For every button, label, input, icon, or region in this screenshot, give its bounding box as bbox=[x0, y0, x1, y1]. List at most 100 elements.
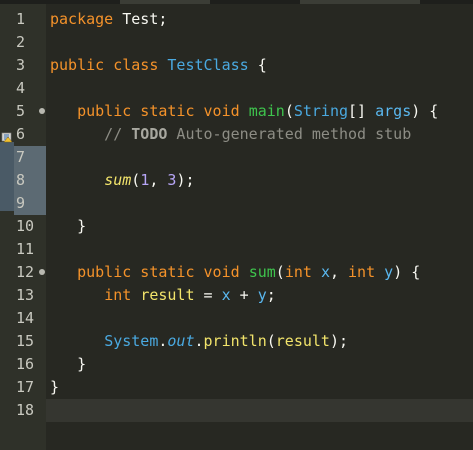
code-line[interactable]: 4 bbox=[0, 77, 473, 100]
code-token: , bbox=[149, 171, 168, 189]
code-line[interactable]: 9 bbox=[0, 192, 473, 215]
code-text[interactable]: } bbox=[50, 353, 86, 376]
code-text[interactable]: sum(1, 3); bbox=[50, 169, 195, 192]
code-token: ) { bbox=[411, 102, 439, 120]
code-line[interactable]: 7 bbox=[0, 146, 473, 169]
code-token: public class bbox=[50, 56, 159, 74]
code-token: Test; bbox=[113, 10, 168, 28]
line-number: 12 bbox=[16, 263, 35, 281]
code-text[interactable]: package Test; bbox=[50, 8, 167, 31]
code-token: } bbox=[50, 378, 60, 396]
line-number: 1 bbox=[16, 10, 26, 28]
code-line[interactable]: 18 bbox=[0, 399, 473, 422]
code-token: . bbox=[194, 332, 204, 350]
code-token: ; bbox=[266, 286, 276, 304]
code-token: y bbox=[384, 263, 394, 281]
code-token: ); bbox=[176, 171, 195, 189]
code-token: // bbox=[50, 125, 132, 143]
code-token: main bbox=[248, 102, 285, 120]
code-line[interactable]: 5 public static void main(String[] args)… bbox=[0, 100, 473, 123]
code-token: sum bbox=[104, 171, 132, 189]
code-token: TestClass bbox=[167, 56, 249, 74]
code-token: [] bbox=[348, 102, 376, 120]
line-number: 7 bbox=[16, 148, 26, 166]
code-line[interactable]: 2 bbox=[0, 31, 473, 54]
code-text[interactable]: // TODO Auto-generated method stub bbox=[50, 123, 411, 146]
line-number: 14 bbox=[16, 309, 35, 327]
fold-circle-icon[interactable] bbox=[39, 269, 45, 275]
code-line[interactable]: 12 public static void sum(int x, int y) … bbox=[0, 261, 473, 284]
code-token: package bbox=[50, 10, 114, 28]
code-token: TODO bbox=[131, 125, 168, 143]
line-number: 11 bbox=[16, 240, 35, 258]
code-line[interactable]: 11 bbox=[0, 238, 473, 261]
code-line[interactable]: 14 bbox=[0, 307, 473, 330]
code-token: ( bbox=[266, 332, 276, 350]
code-line[interactable]: 13 int result = x + y; bbox=[0, 284, 473, 307]
code-token: sum bbox=[248, 263, 276, 281]
code-token: + bbox=[230, 286, 258, 304]
code-text[interactable]: public static void main(String[] args) { bbox=[50, 100, 438, 123]
line-number: 18 bbox=[16, 401, 35, 419]
code-token: int bbox=[284, 263, 312, 281]
code-token: ( bbox=[275, 263, 285, 281]
code-token: ); bbox=[329, 332, 349, 350]
line-number: 4 bbox=[16, 79, 26, 97]
code-token: int bbox=[104, 286, 132, 304]
code-editor[interactable]: 1 package Test; 2 3 public class TestClass {… bbox=[0, 4, 473, 450]
code-line[interactable]: 6 // TODO Auto-generated method stub bbox=[0, 123, 473, 146]
code-token: = bbox=[194, 286, 222, 304]
code-line[interactable]: 3 public class TestClass { bbox=[0, 54, 473, 77]
line-number: 6 bbox=[16, 125, 26, 143]
code-token: int bbox=[348, 263, 376, 281]
line-number: 15 bbox=[16, 332, 35, 350]
code-text[interactable]: int result = x + y; bbox=[50, 284, 276, 307]
code-token: println bbox=[203, 332, 267, 350]
line-number: 2 bbox=[16, 33, 26, 51]
code-line[interactable]: 8 sum(1, 3); bbox=[0, 169, 473, 192]
code-line[interactable]: 16 } bbox=[0, 353, 473, 376]
line-number: 13 bbox=[16, 286, 35, 304]
code-token: args bbox=[375, 102, 412, 120]
code-token: result bbox=[275, 332, 330, 350]
current-line-highlight bbox=[46, 399, 473, 422]
code-text[interactable]: System.out.println(result); bbox=[50, 330, 348, 353]
code-text[interactable]: public static void sum(int x, int y) { bbox=[50, 261, 420, 284]
line-number: 5 bbox=[16, 102, 26, 120]
code-token: y bbox=[257, 286, 267, 304]
code-text[interactable]: public class TestClass { bbox=[50, 54, 267, 77]
code-line[interactable]: 10 } bbox=[0, 215, 473, 238]
code-token: out bbox=[167, 332, 195, 350]
code-token: System bbox=[104, 332, 159, 350]
code-line[interactable]: 1 package Test; bbox=[0, 8, 473, 31]
line-number: 17 bbox=[16, 378, 35, 396]
code-line[interactable]: 15 System.out.println(result); bbox=[0, 330, 473, 353]
code-token: x bbox=[320, 263, 330, 281]
code-token: 1 bbox=[140, 171, 150, 189]
line-number: 10 bbox=[16, 217, 35, 235]
code-token: { bbox=[248, 56, 267, 74]
code-token: ( bbox=[284, 102, 294, 120]
fold-circle-icon[interactable] bbox=[39, 108, 45, 114]
code-line[interactable]: 17} bbox=[0, 376, 473, 399]
code-text[interactable]: } bbox=[50, 376, 59, 399]
code-token: , bbox=[329, 263, 349, 281]
code-token: public static void bbox=[77, 263, 240, 281]
code-token: x bbox=[221, 286, 231, 304]
code-token: String bbox=[293, 102, 349, 120]
line-number: 8 bbox=[16, 171, 26, 189]
line-number: 16 bbox=[16, 355, 35, 373]
code-text[interactable]: } bbox=[50, 215, 86, 238]
line-number: 9 bbox=[16, 194, 26, 212]
code-token: public static void bbox=[77, 102, 240, 120]
